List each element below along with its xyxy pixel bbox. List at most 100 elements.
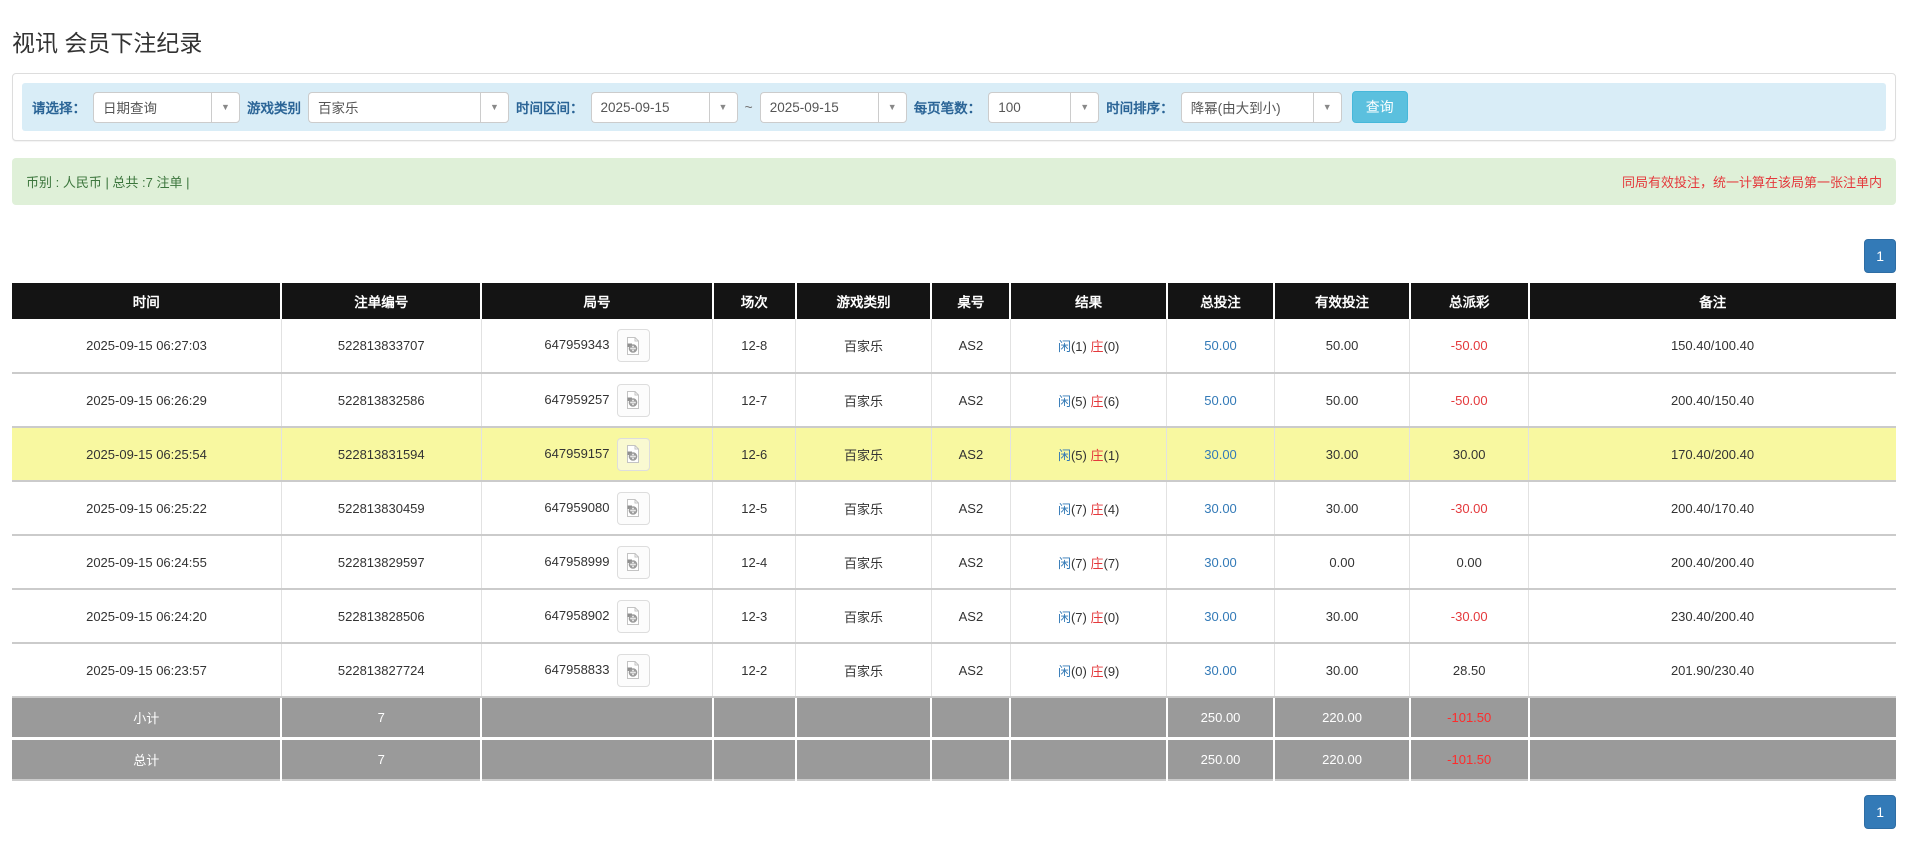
table-row: 2025-09-15 06:24:20 522813828506 6479589… [12,588,1896,643]
cell-time: 2025-09-15 06:26:29 [12,372,282,427]
time-sort-input[interactable] [1180,91,1313,123]
cell-payout: 0.00 [1409,534,1529,589]
per-page-select: ▼ [988,91,1100,123]
cell-note: 201.90/230.40 [1528,642,1896,697]
cell-bet-number: 522813828506 [280,588,482,643]
chevron-down-icon[interactable]: ▼ [480,91,509,123]
cell-result: 闲(1) 庄(0) [1009,319,1167,373]
bet-records-table: 时间 注单编号 局号 场次 游戏类别 桌号 结果 总投注 有效投注 总派彩 备注… [12,283,1896,781]
video-record-button[interactable] [616,545,650,579]
cell-table-number: AS2 [930,588,1011,643]
cell-table-number: AS2 [930,426,1011,481]
cell-round-number: 647959080 [480,480,713,535]
time-sort-label: 时间排序： [1106,101,1174,116]
header-game-category: 游戏类别 [794,283,932,319]
cell-total-bet[interactable]: 30.00 [1166,426,1275,481]
chevron-down-icon[interactable]: ▼ [1070,91,1100,123]
video-record-icon [627,336,639,355]
cell-game-category: 百家乐 [795,534,932,589]
cell-valid-bet: 30.00 [1273,588,1410,643]
total-total-bet: 250.00 [1165,737,1275,780]
cell-total-bet[interactable]: 50.00 [1166,319,1275,373]
select-type-label: 请选择： [32,101,86,116]
cell-total-bet[interactable]: 30.00 [1166,588,1275,643]
cell-result: 闲(7) 庄(0) [1009,588,1167,643]
per-page-label: 每页笔数： [913,101,982,116]
cell-payout: -30.00 [1409,480,1529,535]
time-range-label: 时间区间： [516,101,584,116]
video-record-button[interactable] [616,329,650,362]
cell-total-bet[interactable]: 30.00 [1166,480,1275,535]
video-record-button[interactable] [616,383,650,417]
cell-game-category: 百家乐 [795,588,932,643]
video-record-icon [627,499,639,517]
table-row: 2025-09-15 06:25:22 522813830459 6479590… [12,480,1896,535]
date-from-select: ▼ [590,91,738,123]
cell-bet-number: 522813833707 [280,319,482,373]
table-header-row: 时间 注单编号 局号 场次 游戏类别 桌号 结果 总投注 有效投注 总派彩 备注 [12,283,1896,319]
chevron-down-icon[interactable]: ▼ [877,91,907,123]
header-session: 场次 [711,283,796,319]
cell-valid-bet: 50.00 [1273,372,1410,427]
table-row: 2025-09-15 06:25:54 522813831594 6479591… [12,426,1896,481]
cell-payout: 30.00 [1409,426,1529,481]
total-row: 总计 7 250.00 220.00 -101.50 [12,737,1896,780]
search-button[interactable]: 查询 [1351,91,1408,123]
date-from-input[interactable] [590,91,709,123]
cell-note: 200.40/150.40 [1528,372,1896,427]
game-category-input[interactable] [308,91,480,123]
page-1-button[interactable]: 1 [1864,239,1896,273]
cell-total-bet[interactable]: 30.00 [1166,534,1275,589]
cell-round-number: 647958902 [480,588,713,643]
per-page-input[interactable] [988,91,1071,123]
date-to-input[interactable] [759,91,878,123]
total-label: 总计 [12,737,282,780]
table-body: 2025-09-15 06:27:03 522813833707 6479593… [12,319,1896,697]
cell-game-category: 百家乐 [795,372,932,427]
subtotal-count: 7 [280,696,482,739]
cell-table-number: AS2 [930,534,1011,589]
video-record-icon [627,391,639,409]
video-record-icon [627,445,639,463]
chevron-down-icon[interactable]: ▼ [1312,91,1342,123]
cell-time: 2025-09-15 06:25:22 [12,480,282,535]
cell-round-number: 647958833 [480,642,713,697]
cell-table-number: AS2 [930,372,1011,427]
header-time: 时间 [12,283,282,319]
cell-time: 2025-09-15 06:27:03 [12,319,282,373]
video-record-button[interactable] [616,599,650,633]
cell-round-number: 647959257 [480,372,713,427]
cell-time: 2025-09-15 06:23:57 [12,642,282,697]
cell-total-bet[interactable]: 50.00 [1166,372,1275,427]
cell-time: 2025-09-15 06:24:55 [12,534,282,589]
subtotal-payout: -101.50 [1408,696,1529,739]
table-row: 2025-09-15 06:27:03 522813833707 6479593… [12,319,1896,373]
header-valid-bet: 有效投注 [1273,283,1410,319]
header-total-payout: 总派彩 [1408,283,1529,319]
table-row: 2025-09-15 06:23:57 522813827724 6479588… [12,642,1896,697]
pagination-top: 1 [12,239,1896,273]
header-note: 备注 [1527,283,1896,319]
cell-total-bet[interactable]: 30.00 [1166,642,1275,697]
page-title: 视讯 会员下注纪录 [12,30,203,56]
subtotal-label: 小计 [12,696,282,739]
query-type-input[interactable] [93,91,211,123]
header-round-number: 局号 [480,283,713,319]
cell-payout: -50.00 [1409,372,1529,427]
filter-panel: 请选择： ▼ 游戏类别 ▼ 时间区间： ▼ ~ ▼ 每页笔数： [12,73,1896,141]
video-record-icon [627,661,639,679]
video-record-button[interactable] [616,437,650,471]
chevron-down-icon[interactable]: ▼ [211,91,240,123]
subtotal-valid-bet: 220.00 [1273,696,1410,739]
game-category-label: 游戏类别 [247,101,301,116]
date-to-select: ▼ [759,91,907,123]
cell-session: 12-6 [712,426,796,481]
page-container: 视讯 会员下注纪录 请选择： ▼ 游戏类别 ▼ 时间区间： ▼ ~ ▼ [0,24,1908,829]
cell-note: 200.40/170.40 [1528,480,1896,535]
video-record-button[interactable] [616,491,650,525]
video-record-button[interactable] [616,653,650,687]
cell-note: 200.40/200.40 [1528,534,1896,589]
page-1-button[interactable]: 1 [1864,795,1896,829]
cell-result: 闲(5) 庄(1) [1009,426,1167,481]
chevron-down-icon[interactable]: ▼ [708,91,738,123]
